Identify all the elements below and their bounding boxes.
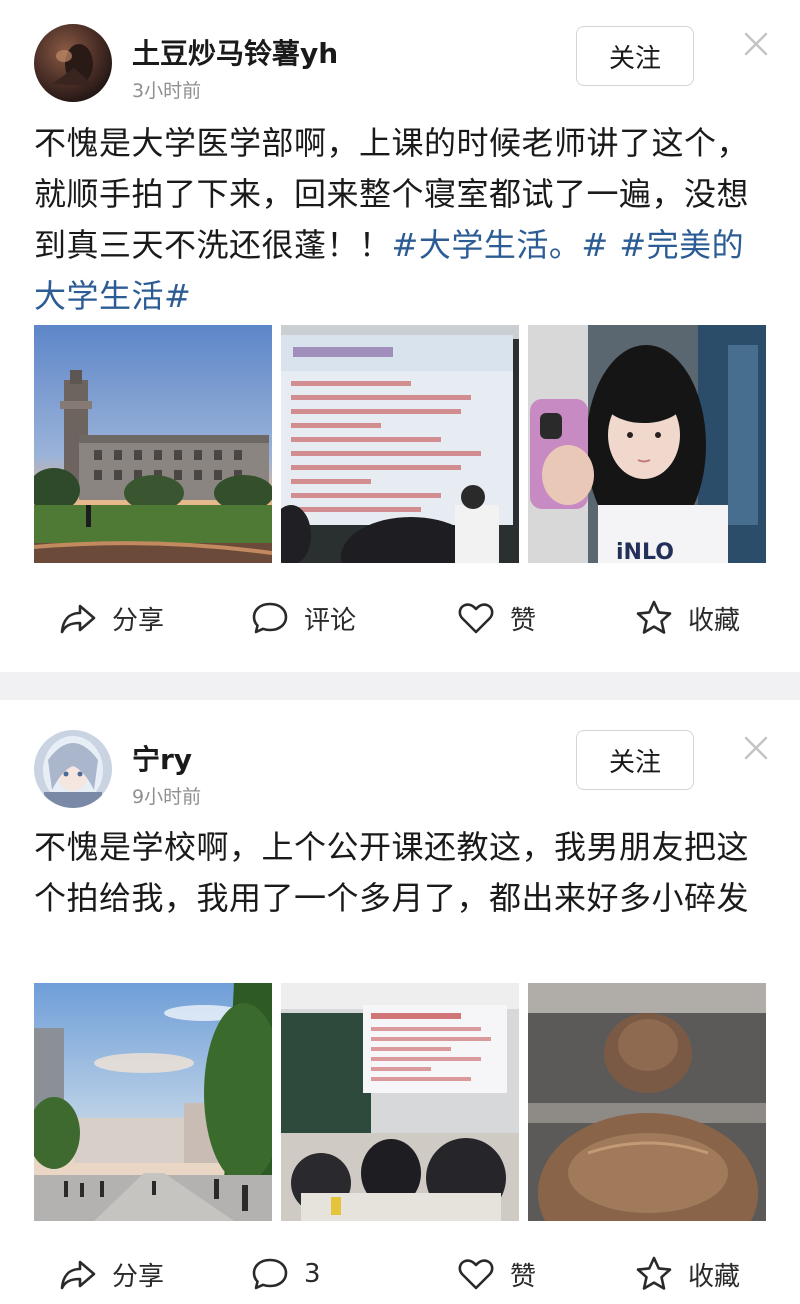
comment-button[interactable]: 评论 xyxy=(250,588,356,648)
like-label: 赞 xyxy=(510,605,537,636)
user-avatar[interactable] xyxy=(34,24,112,102)
like-label: 赞 xyxy=(510,1261,537,1292)
comment-icon xyxy=(252,602,288,634)
post-body-text: 不愧是学校啊，上个公开课还教这，我男朋友把这个拍给我，我用了一个多月了，都出来好… xyxy=(34,828,750,917)
feed-post: 宁ry 9小时前 关注 不愧是学校啊，上个公开课还教这，我男朋友把这个拍给我，我… xyxy=(0,700,800,1292)
comment-button[interactable]: 3 xyxy=(250,1244,321,1304)
action-bar: 分享 评论 赞 收藏 xyxy=(0,588,800,648)
lecture-slide-photo[interactable] xyxy=(281,325,519,563)
close-icon[interactable] xyxy=(742,734,770,762)
favorite-label: 收藏 xyxy=(688,605,741,636)
comment-count: 3 xyxy=(304,1259,321,1289)
image-grid: iNLO xyxy=(34,325,766,563)
close-icon[interactable] xyxy=(742,30,770,58)
username[interactable]: 土豆炒马铃薯yh xyxy=(132,32,338,72)
hashtag-link[interactable]: #大学生活。# xyxy=(392,226,609,264)
username[interactable]: 宁ry xyxy=(132,738,192,778)
campus-building-photo[interactable] xyxy=(34,325,272,563)
share-label: 分享 xyxy=(112,605,165,636)
post-time: 9小时前 xyxy=(132,786,202,808)
feed-post: 土豆炒马铃薯yh 3小时前 关注 不愧是大学医学部啊，上课的时候老师讲了这个，就… xyxy=(0,0,800,672)
share-icon xyxy=(60,604,96,634)
heart-icon xyxy=(458,1259,494,1290)
follow-button[interactable]: 关注 xyxy=(576,730,694,790)
share-button[interactable]: 分享 xyxy=(58,1244,164,1304)
favorite-button[interactable]: 收藏 xyxy=(634,588,740,648)
share-label: 分享 xyxy=(112,1261,165,1292)
post-text: 不愧是大学医学部啊，上课的时候老师讲了这个，就顺手拍了下来，回来整个寝室都试了一… xyxy=(34,118,766,322)
post-text: 不愧是学校啊，上个公开课还教这，我男朋友把这个拍给我，我用了一个多月了，都出来好… xyxy=(34,822,766,924)
share-button[interactable]: 分享 xyxy=(58,588,164,648)
like-button[interactable]: 赞 xyxy=(456,1244,536,1304)
action-bar: 分享 3 赞 收藏 xyxy=(0,1244,800,1304)
share-icon xyxy=(60,1260,96,1290)
star-icon xyxy=(636,1256,672,1290)
comment-label: 评论 xyxy=(304,605,357,636)
favorite-label: 收藏 xyxy=(688,1261,741,1292)
comment-icon xyxy=(252,1258,288,1290)
classroom-slide-photo[interactable] xyxy=(281,983,519,1221)
heart-icon xyxy=(458,603,494,634)
svg-text:iNLO: iNLO xyxy=(616,540,674,563)
post-divider xyxy=(0,672,800,700)
girl-selfie-photo[interactable]: iNLO xyxy=(528,325,766,563)
star-icon xyxy=(636,600,672,634)
post-time: 3小时前 xyxy=(132,80,202,102)
image-grid xyxy=(34,983,766,1221)
user-avatar[interactable] xyxy=(34,730,112,808)
like-button[interactable]: 赞 xyxy=(456,588,536,648)
follow-button[interactable]: 关注 xyxy=(576,26,694,86)
favorite-button[interactable]: 收藏 xyxy=(634,1244,740,1304)
campus-road-photo[interactable] xyxy=(34,983,272,1221)
hair-bun-photo[interactable] xyxy=(528,983,766,1221)
